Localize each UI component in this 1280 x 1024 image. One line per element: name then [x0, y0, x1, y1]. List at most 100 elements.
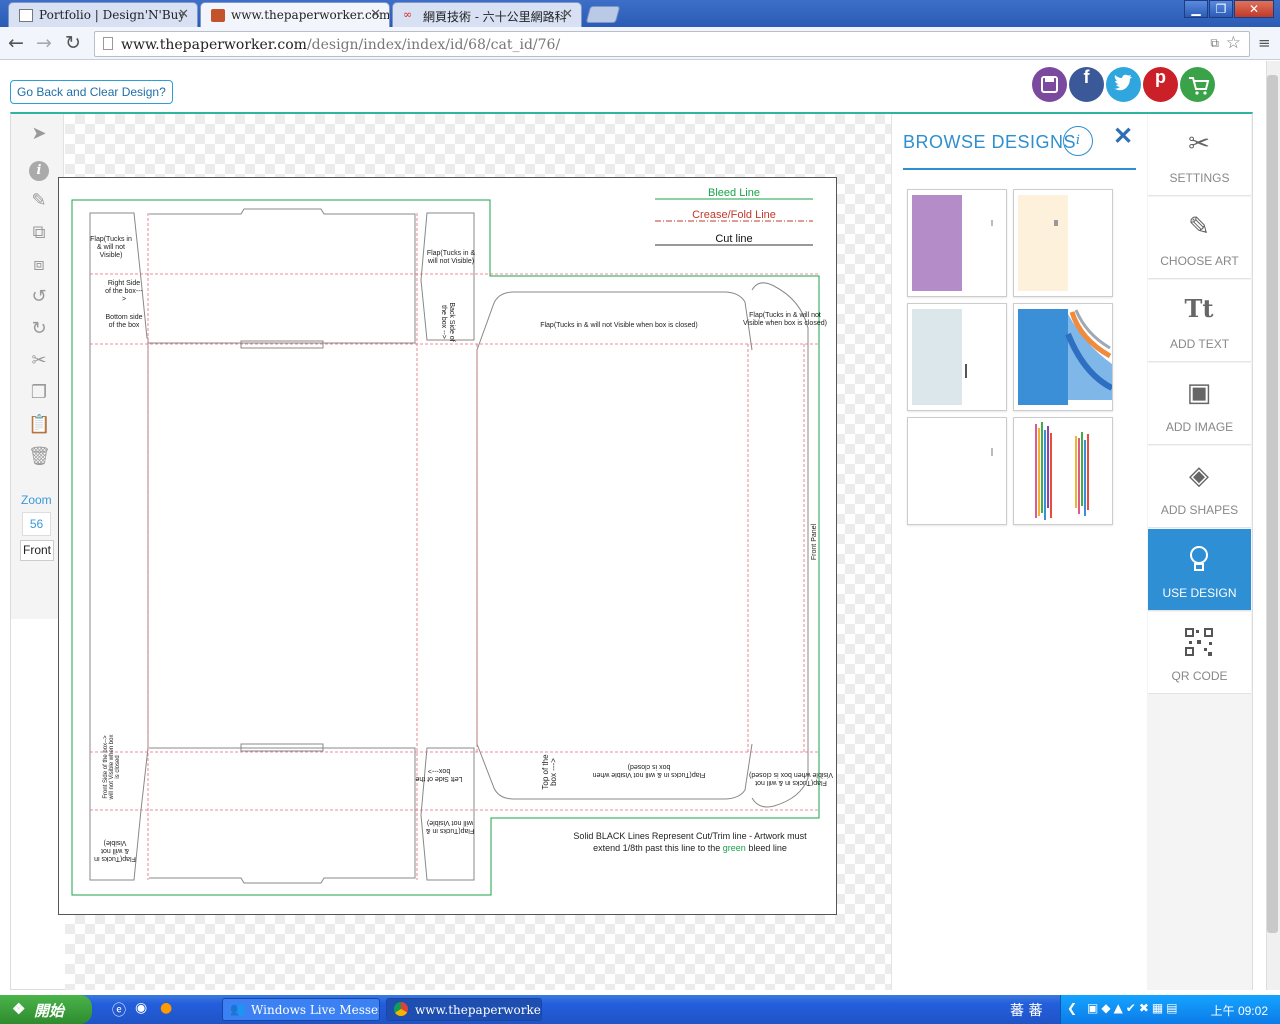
design-thumb-colorful[interactable] — [1013, 417, 1113, 525]
taskbar-item-chrome[interactable]: www.thepaperworker.... — [386, 998, 542, 1021]
undo-icon[interactable]: ↺ — [28, 286, 50, 308]
use-design-button[interactable]: USE DESIGN — [1148, 529, 1251, 611]
delete-icon[interactable]: 🗑 — [28, 446, 51, 468]
choose-art-button[interactable]: ✎ CHOOSE ART — [1148, 197, 1251, 279]
design-thumb-purple[interactable] — [907, 189, 1007, 297]
messenger-icon: 👥 — [230, 1002, 245, 1016]
label-front-side: Front Side of the box--> will not Visibl… — [103, 734, 121, 800]
design-thumb-blue-waves[interactable] — [1013, 303, 1113, 411]
ie-icon[interactable]: ⓔ — [112, 1000, 126, 1020]
forward-icon[interactable]: → — [36, 32, 52, 54]
qr-code-button[interactable]: QR CODE — [1148, 612, 1251, 694]
redo-icon[interactable]: ↻ — [28, 318, 50, 340]
label-flap-bottom-right: Flap(Tucks in & will not Visible when bo… — [749, 771, 833, 786]
tab-title: Portfolio | Design'N'Buy — [39, 8, 186, 22]
label-front-panel: Front Panel — [811, 523, 818, 561]
close-tab-icon[interactable]: ✕ — [562, 7, 573, 22]
start-label: 開始 — [34, 1003, 65, 1020]
back-icon[interactable]: ← — [8, 32, 24, 54]
twitter-icon[interactable] — [1106, 67, 1141, 102]
quicklaunch-icon[interactable]: ◉ — [135, 1000, 147, 1016]
design-thumb-pale-blue[interactable] — [907, 303, 1007, 411]
new-tab-button[interactable] — [585, 6, 621, 23]
page-icon — [19, 9, 33, 22]
tab-title: www.thepaperworker.com/de — [231, 8, 390, 22]
send-back-icon[interactable]: ⧈ — [28, 254, 50, 276]
close-icon[interactable]: ✕ — [1113, 122, 1133, 151]
save-icon[interactable] — [1032, 67, 1067, 102]
go-back-clear-button[interactable]: Go Back and Clear Design? — [10, 80, 173, 104]
tab-thepaperworker[interactable]: www.thepaperworker.com/de ✕ — [200, 2, 390, 27]
tab-60km[interactable]: ∞ 網頁技術 - 六十公里網路科 ✕ — [392, 2, 582, 27]
label-back-side: Back Side of the box --> — [440, 302, 455, 342]
qr-code-icon — [1182, 626, 1216, 658]
facebook-icon[interactable]: f — [1069, 67, 1104, 102]
browse-designs-title: BROWSE DESIGNS — [903, 132, 1077, 152]
tray-expand-icon[interactable]: ❮ — [1067, 1001, 1077, 1015]
select-arrow-icon[interactable]: ➤ — [28, 123, 50, 145]
copy-icon[interactable]: ❐ — [28, 382, 50, 404]
cart-icon[interactable] — [1180, 67, 1215, 102]
paperworker-favicon-icon — [211, 9, 225, 22]
edit-icon[interactable]: ✎ — [28, 190, 50, 212]
add-text-icon: Tt — [1184, 294, 1214, 323]
close-tab-icon[interactable]: ✕ — [178, 7, 189, 22]
info-icon[interactable]: i — [1063, 126, 1093, 156]
title-divider — [903, 168, 1136, 170]
add-image-label: ADD IMAGE — [1165, 420, 1234, 434]
url-text[interactable]: www.thepaperworker.com/design/index/inde… — [121, 37, 560, 53]
windows-taskbar: ❖ 開始 ⓔ ◉ ● 👥 Windows Live Messen... www.… — [0, 995, 1280, 1024]
add-shapes-icon: ◈ — [1189, 461, 1209, 491]
taskbar-item-messenger[interactable]: 👥 Windows Live Messen... — [222, 998, 380, 1021]
firefox-icon[interactable]: ● — [160, 1000, 172, 1016]
system-tray: ❮ ▣◆▲✔✖▦▤ 上午 09:02 — [1060, 995, 1280, 1024]
legend-cut-line: Cut line — [715, 233, 753, 245]
bookmark-star-icon[interactable]: ☆ — [1226, 33, 1241, 53]
add-text-label: ADD TEXT — [1169, 337, 1230, 351]
address-bar[interactable]: www.thepaperworker.com/design/index/inde… — [94, 31, 1250, 57]
start-button[interactable]: ❖ 開始 — [0, 995, 92, 1024]
tab-title: 網頁技術 - 六十公里網路科 — [423, 10, 567, 24]
choose-art-label: CHOOSE ART — [1160, 254, 1239, 268]
label-top-of-box: Top of the box ---> — [541, 754, 558, 790]
chrome-icon — [394, 1002, 408, 1016]
add-shapes-button[interactable]: ◈ ADD SHAPES — [1148, 446, 1251, 528]
tab-portfolio[interactable]: Portfolio | Design'N'Buy ✕ — [8, 2, 198, 27]
menu-icon[interactable]: ≡ — [1258, 34, 1271, 52]
ime-indicator[interactable]: 蕃 蕃 — [1010, 1000, 1042, 1020]
pinterest-icon[interactable]: p — [1143, 67, 1178, 102]
footnote-line-2: extend 1/8th past this line to the green… — [593, 843, 787, 853]
paste-icon[interactable]: 📋 — [28, 414, 50, 436]
clock: 上午 09:02 — [1210, 1004, 1268, 1018]
add-image-button[interactable]: ▣ ADD IMAGE — [1148, 363, 1251, 445]
tray-icons[interactable]: ▣◆▲✔✖▦▤ — [1087, 1001, 1181, 1015]
design-thumb-blank[interactable] — [907, 417, 1007, 525]
zoom-input[interactable]: 56 — [22, 512, 51, 536]
window-close-button[interactable]: ✕ — [1234, 0, 1274, 18]
footnote-line-1: Solid BLACK Lines Represent Cut/Trim lin… — [573, 831, 807, 841]
legend-bleed-line: Bleed Line — [708, 187, 760, 199]
bring-front-icon[interactable]: ⧉ — [28, 222, 50, 244]
info-icon[interactable]: i — [28, 158, 50, 181]
cut-line-footnote: Solid BLACK Lines Represent Cut/Trim lin… — [559, 830, 821, 854]
scrollbar-thumb[interactable] — [1267, 75, 1278, 933]
reload-icon[interactable]: ↻ — [65, 32, 81, 54]
minimize-button[interactable]: ▁ — [1184, 0, 1208, 18]
cut-icon[interactable]: ✂ — [28, 350, 50, 372]
box-dieline — [71, 198, 820, 896]
translate-icon[interactable]: ⧉ — [1210, 36, 1219, 51]
label-flap-right: Flap(Tucks in & will not Visible) — [426, 250, 476, 265]
windows-logo-icon: ❖ — [12, 1001, 26, 1018]
settings-button[interactable]: ✂ SETTINGS — [1148, 114, 1251, 196]
side-select[interactable]: Front — [20, 540, 54, 561]
add-text-button[interactable]: Tt ADD TEXT — [1148, 280, 1251, 362]
label-flap-bottom-left: Flap(Tucks in & will not Visible) — [94, 839, 136, 862]
label-right-side: Right Side of the box---> — [105, 280, 143, 303]
add-shapes-label: ADD SHAPES — [1160, 503, 1239, 517]
browse-designs-panel: BROWSE DESIGNS i ✕ — [891, 114, 1147, 990]
maximize-button[interactable]: ❐ — [1209, 0, 1233, 18]
settings-label: SETTINGS — [1169, 171, 1230, 185]
box-template-paper[interactable]: Bleed Line Crease/Fold Line Cut line Fla… — [58, 177, 837, 915]
design-thumb-cream[interactable] — [1013, 189, 1113, 297]
close-tab-icon[interactable]: ✕ — [370, 7, 381, 22]
